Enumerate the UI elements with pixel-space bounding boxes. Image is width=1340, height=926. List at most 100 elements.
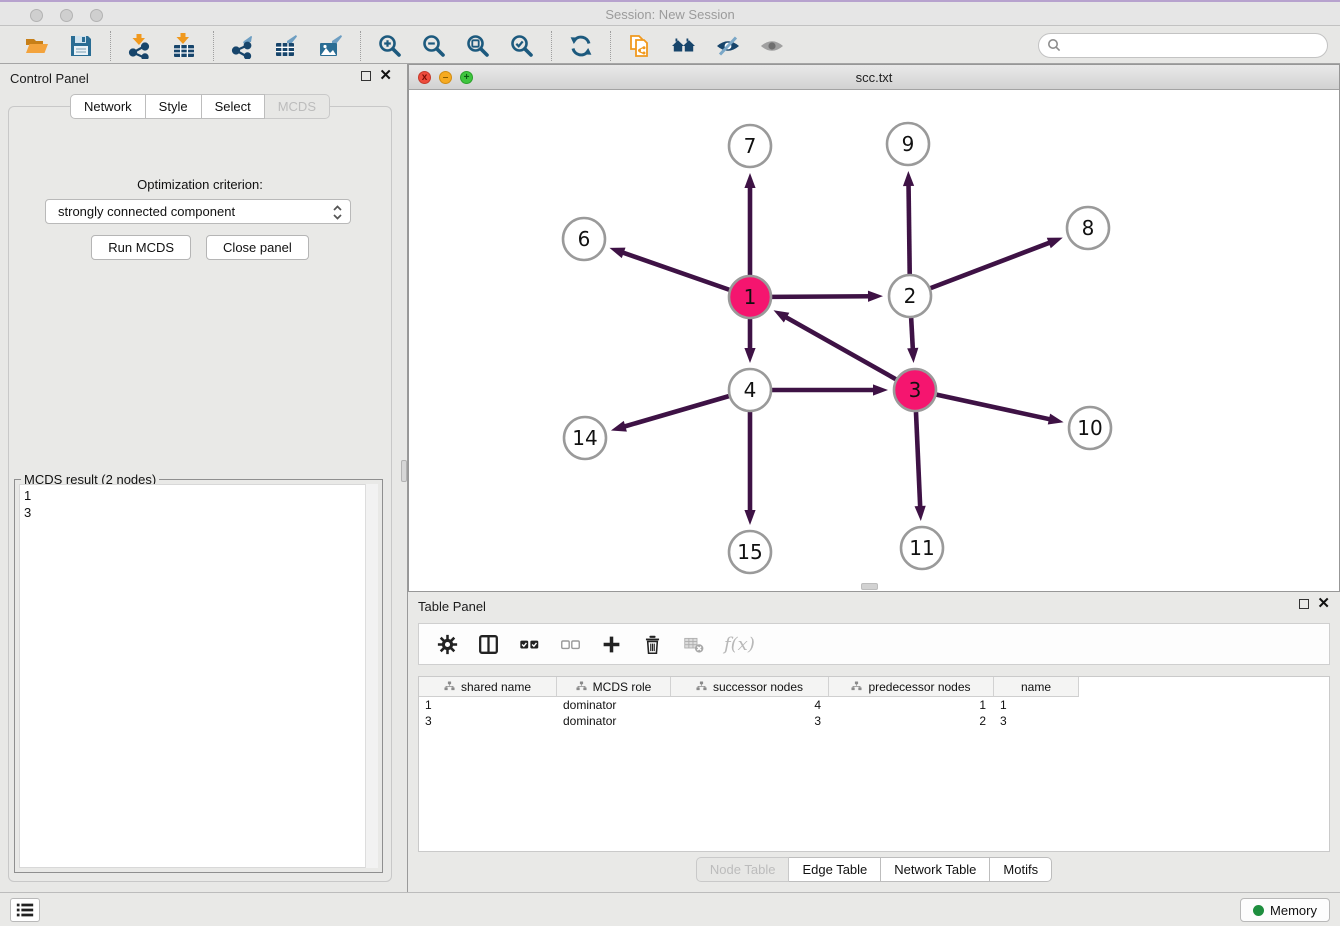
memory-button[interactable]: Memory: [1240, 898, 1330, 922]
control-panel-header: Control Panel ✕: [0, 64, 400, 92]
edge-4-14[interactable]: [621, 396, 728, 427]
arrowhead-icon: [868, 291, 883, 302]
edge-3-11[interactable]: [916, 412, 920, 510]
network-view-window: x – + scc.txt 7968124314101511: [408, 64, 1340, 592]
gear-icon[interactable]: [435, 632, 459, 656]
search-icon: [1047, 38, 1061, 57]
tab-network[interactable]: Network: [70, 94, 146, 119]
float-table-panel-icon[interactable]: [1299, 599, 1309, 609]
tab-edge-table[interactable]: Edge Table: [789, 857, 881, 882]
task-history-button[interactable]: [10, 898, 40, 922]
tab-mcds[interactable]: MCDS: [265, 94, 330, 119]
zoom-in-icon[interactable]: [375, 31, 405, 61]
search-input[interactable]: [1038, 33, 1328, 58]
hide-eye-slash-icon[interactable]: [713, 31, 743, 61]
save-icon[interactable]: [66, 31, 96, 61]
toolbar-group: [110, 31, 213, 61]
neighbors-houses-icon[interactable]: [669, 31, 699, 61]
optimization-criterion-select[interactable]: strongly connected component: [45, 199, 351, 224]
list-icon: [15, 901, 35, 919]
import-table-icon[interactable]: [169, 31, 199, 61]
zoom-selected-icon[interactable]: [507, 31, 537, 61]
add-column-icon[interactable]: [599, 632, 623, 656]
zoom-out-icon[interactable]: [419, 31, 449, 61]
table-cell[interactable]: dominator: [557, 713, 671, 729]
column-header-MCDS-role[interactable]: MCDS role: [557, 677, 671, 697]
close-panel-icon[interactable]: ✕: [379, 70, 392, 82]
table-cell[interactable]: 2: [829, 713, 994, 729]
toolbar-group: [610, 31, 801, 61]
export-image-icon[interactable]: [316, 31, 346, 61]
table-cell[interactable]: 1: [419, 697, 557, 713]
run-mcds-button[interactable]: Run MCDS: [91, 235, 191, 260]
toolbar-group: [360, 31, 551, 61]
table-cell[interactable]: 4: [671, 697, 829, 713]
edge-2-9[interactable]: [909, 182, 910, 274]
edge-3-10[interactable]: [936, 395, 1052, 420]
tab-node-table[interactable]: Node Table: [696, 857, 790, 882]
column-header-shared-name[interactable]: shared name: [419, 677, 557, 697]
node-label-14: 14: [572, 426, 597, 450]
function-builder-icon[interactable]: f(x): [724, 634, 755, 655]
arrowhead-icon: [907, 348, 918, 363]
edge-2-3[interactable]: [911, 318, 913, 352]
network-graph-canvas[interactable]: 7968124314101511: [409, 90, 1339, 591]
optimization-criterion-label: Optimization criterion:: [9, 177, 391, 192]
table-cell[interactable]: dominator: [557, 697, 671, 713]
import-network-icon[interactable]: [125, 31, 155, 61]
close-panel-button[interactable]: Close panel: [206, 235, 309, 260]
refresh-icon[interactable]: [566, 31, 596, 61]
edge-1-6[interactable]: [620, 252, 729, 290]
network-resize-grip[interactable]: [861, 583, 878, 590]
deselect-all-icon[interactable]: [558, 632, 582, 656]
table-cell[interactable]: 3: [671, 713, 829, 729]
arrowhead-icon: [744, 348, 755, 363]
close-table-panel-icon[interactable]: ✕: [1317, 598, 1330, 610]
table-panel-header: Table Panel ✕: [408, 592, 1340, 620]
float-panel-icon[interactable]: [361, 71, 371, 81]
node-label-4: 4: [744, 378, 757, 402]
panel-splitter[interactable]: [400, 64, 408, 892]
table-panel-title: Table Panel: [418, 599, 486, 614]
network-view-title: scc.txt: [409, 70, 1339, 85]
mcds-result-text[interactable]: 1 3: [19, 484, 378, 868]
arrowhead-icon: [609, 248, 625, 259]
column-header-name[interactable]: name: [994, 677, 1079, 697]
zoom-fit-icon[interactable]: [463, 31, 493, 61]
copy-network-icon[interactable]: [625, 31, 655, 61]
delete-table-icon[interactable]: [681, 632, 705, 656]
arrowhead-icon: [744, 510, 755, 525]
edge-1-2[interactable]: [772, 296, 872, 297]
table-row[interactable]: 3dominator323: [419, 713, 1329, 729]
mcds-result-scrollbar[interactable]: [365, 484, 378, 868]
splitter-grip[interactable]: [401, 460, 407, 482]
arrowhead-icon: [1047, 238, 1063, 249]
arrowhead-icon: [915, 506, 926, 521]
table-cell[interactable]: 3: [419, 713, 557, 729]
column-header-predecessor-nodes[interactable]: predecessor nodes: [829, 677, 994, 697]
tab-motifs[interactable]: Motifs: [990, 857, 1052, 882]
table-row[interactable]: 1dominator411: [419, 697, 1329, 713]
tab-select[interactable]: Select: [202, 94, 265, 119]
arrowhead-icon: [903, 171, 914, 186]
tab-style[interactable]: Style: [146, 94, 202, 119]
export-table-icon[interactable]: [272, 31, 302, 61]
delete-column-icon[interactable]: [640, 632, 664, 656]
node-label-15: 15: [737, 540, 762, 564]
tab-network-table[interactable]: Network Table: [881, 857, 990, 882]
show-eye-icon[interactable]: [757, 31, 787, 61]
node-label-1: 1: [744, 285, 757, 309]
node-table[interactable]: shared nameMCDS rolesuccessor nodesprede…: [418, 676, 1330, 852]
main-toolbar: [0, 28, 1340, 64]
table-cell[interactable]: 1: [829, 697, 994, 713]
table-cell[interactable]: 1: [994, 697, 1079, 713]
edge-2-8[interactable]: [931, 242, 1053, 289]
node-label-2: 2: [904, 284, 917, 308]
split-columns-icon[interactable]: [476, 632, 500, 656]
export-network-icon[interactable]: [228, 31, 258, 61]
column-header-successor-nodes[interactable]: successor nodes: [671, 677, 829, 697]
select-all-icon[interactable]: [517, 632, 541, 656]
table-cell[interactable]: 3: [994, 713, 1079, 729]
edge-3-1[interactable]: [783, 316, 896, 380]
open-folder-icon[interactable]: [22, 31, 52, 61]
